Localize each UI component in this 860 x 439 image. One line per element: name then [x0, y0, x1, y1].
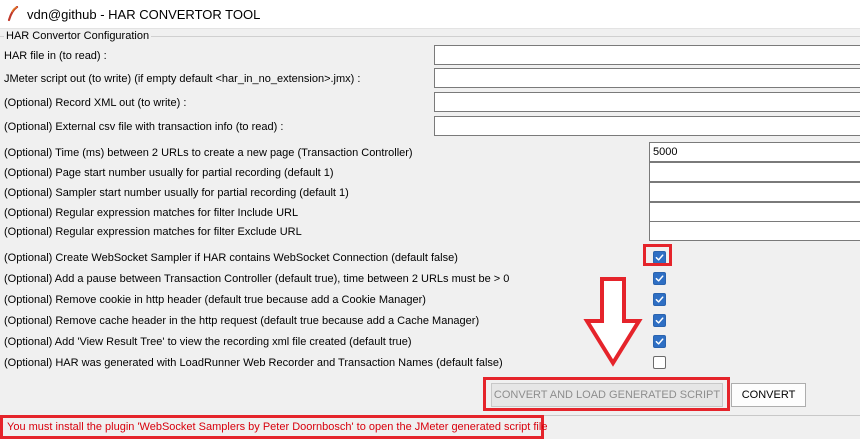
option-remove-cache-header-checkbox[interactable]	[653, 314, 666, 327]
filter-include-url-input[interactable]	[649, 202, 860, 222]
convert-and-load-highlight	[483, 377, 730, 411]
sampler-start-number-label: (Optional) Sampler start number usually …	[4, 187, 349, 199]
convert-button[interactable]: CONVERT	[731, 383, 806, 407]
record-xml-out-label: (Optional) Record XML out (to write) :	[4, 97, 187, 109]
option-add-pause-checkbox[interactable]	[653, 272, 666, 285]
record-xml-out-input[interactable]	[434, 92, 860, 112]
down-arrow-icon	[583, 277, 643, 367]
option-remove-cookie-label: (Optional) Remove cookie in http header …	[4, 294, 426, 306]
page-start-number-label: (Optional) Page start number usually for…	[4, 167, 334, 179]
websocket-checkbox-highlight	[643, 244, 672, 266]
filter-exclude-url-input[interactable]	[649, 221, 860, 241]
time-between-urls-input[interactable]	[649, 142, 860, 162]
title-bar: vdn@github - HAR CONVERTOR TOOL	[0, 0, 860, 29]
page-start-number-input[interactable]	[649, 162, 860, 182]
config-group-title: HAR Convertor Configuration	[4, 30, 152, 42]
status-message: You must install the plugin 'WebSocket S…	[0, 415, 547, 439]
checkmark-icon	[655, 317, 664, 324]
filter-exclude-url-label: (Optional) Regular expression matches fo…	[4, 226, 302, 238]
option-remove-cookie-checkbox[interactable]	[653, 293, 666, 306]
option-loadrunner-label: (Optional) HAR was generated with LoadRu…	[4, 357, 503, 369]
external-csv-label: (Optional) External csv file with transa…	[4, 121, 284, 133]
har-file-in-label: HAR file in (to read) :	[4, 50, 107, 62]
option-loadrunner-checkbox[interactable]	[653, 356, 666, 369]
feather-icon	[6, 5, 20, 22]
option-view-result-tree-checkbox[interactable]	[653, 335, 666, 348]
filter-include-url-label: (Optional) Regular expression matches fo…	[4, 207, 299, 219]
har-file-in-input[interactable]	[434, 45, 860, 65]
external-csv-input[interactable]	[434, 116, 860, 136]
option-remove-cache-header-label: (Optional) Remove cache header in the ht…	[4, 315, 480, 327]
sampler-start-number-input[interactable]	[649, 182, 860, 202]
checkmark-icon	[655, 296, 664, 303]
option-add-pause-label: (Optional) Add a pause between Transacti…	[4, 273, 510, 285]
time-between-urls-label: (Optional) Time (ms) between 2 URLs to c…	[4, 147, 413, 159]
checkmark-icon	[655, 275, 664, 282]
option-websocket-sampler-label: (Optional) Create WebSocket Sampler if H…	[4, 252, 458, 264]
jmeter-script-out-label: JMeter script out (to write) (if empty d…	[4, 73, 361, 85]
checkmark-icon	[655, 338, 664, 345]
option-view-result-tree-label: (Optional) Add 'View Result Tree' to vie…	[4, 336, 412, 348]
window-title: vdn@github - HAR CONVERTOR TOOL	[27, 7, 261, 22]
jmeter-script-out-input[interactable]	[434, 68, 860, 88]
